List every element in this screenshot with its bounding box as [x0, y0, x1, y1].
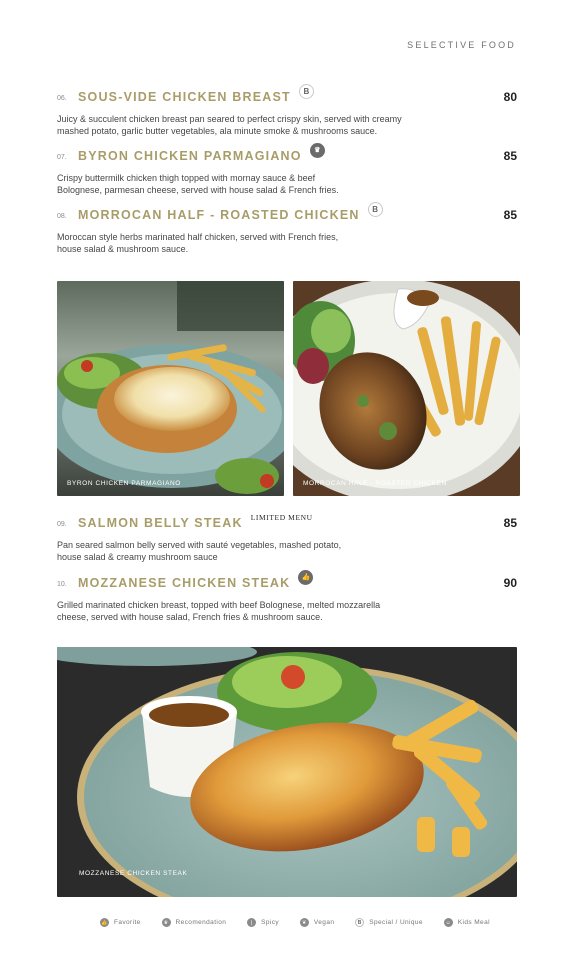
limited-menu-tag: LIMITED MENU [250, 512, 313, 522]
photo-mozzanese-chicken-steak: MOZZANESE CHICKEN STEAK [57, 647, 517, 897]
photo-morrocan-roasted-chicken: MORROCAN HALF - ROASTED CHICKEN [293, 281, 520, 496]
item-description: Pan seared salmon belly served with saut… [57, 540, 342, 562]
item-number: 09. [57, 521, 67, 528]
item-price: 85 [503, 149, 517, 163]
crown-icon: ♛ [309, 142, 325, 158]
leaf-icon: ❦ [299, 918, 309, 927]
item-description: Crispy buttermilk chicken thigh topped w… [57, 173, 339, 195]
item-description: Juicy & succulent chicken breast pan sea… [57, 114, 402, 136]
menu-item: 07. BYRON CHICKEN PARMAGIANO ♛ 85 Crispy… [57, 142, 517, 196]
photo-caption: BYRON CHICKEN PARMAGIANO [67, 480, 181, 487]
special-b-icon: B [367, 201, 383, 217]
photo-caption: MOZZANESE CHICKEN STEAK [79, 870, 188, 877]
food-image [57, 647, 517, 897]
item-number: 06. [57, 95, 67, 102]
thumbs-up-icon: 👍 [298, 569, 314, 585]
item-price: 85 [503, 208, 517, 222]
menu-item: 06. SOUS-VIDE CHICKEN BREAST B 80 Juicy … [57, 83, 517, 137]
menu-item: 09. SALMON BELLY STEAK LIMITED MENU 85 P… [57, 512, 517, 563]
thumbs-up-icon: 👍 [100, 918, 109, 927]
item-number: 07. [57, 154, 67, 161]
food-image [57, 281, 284, 496]
item-description: Grilled marinated chicken breast, topped… [57, 600, 381, 622]
item-name: MOZZANESE CHICKEN STEAK [78, 576, 291, 590]
legend-vegan: ❦ Vegan [299, 918, 334, 927]
menu-item: 08. MORROCAN HALF - ROASTED CHICKEN B 85… [57, 201, 517, 255]
legend-favorite: 👍 Favorite [100, 918, 141, 927]
item-description: Moroccan style herbs marinated half chic… [57, 232, 339, 254]
item-price: 80 [503, 90, 517, 104]
photo-byron-chicken-parmagiano: BYRON CHICKEN PARMAGIANO [57, 281, 284, 496]
legend-spicy: ❘ Spicy [247, 918, 279, 927]
menu-item: 10. MOZZANESE CHICKEN STEAK 👍 90 Grilled… [57, 569, 517, 623]
legend: 👍 Favorite ♛ Recomendation ❘ Spicy ❦ Veg… [100, 918, 490, 927]
item-name: SOUS-VIDE CHICKEN BREAST [78, 90, 291, 104]
legend-kids-meal: ☺ Kids Meal [443, 918, 490, 927]
chili-icon: ❘ [247, 918, 257, 927]
section-title: SELECTIVE FOOD [407, 40, 516, 50]
item-name: MORROCAN HALF - ROASTED CHICKEN [78, 208, 360, 222]
item-price: 90 [503, 576, 517, 590]
food-image [293, 281, 520, 496]
item-name: BYRON CHICKEN PARMAGIANO [78, 149, 302, 163]
crown-icon: ♛ [161, 918, 171, 927]
item-price: 85 [503, 516, 517, 530]
b-icon: B [355, 918, 365, 927]
legend-special: B Special / Unique [355, 918, 423, 927]
item-number: 08. [57, 213, 67, 220]
item-name: SALMON BELLY STEAK [78, 516, 243, 530]
special-b-icon: B [298, 83, 314, 99]
item-number: 10. [57, 581, 67, 588]
kids-icon: ☺ [443, 918, 453, 927]
photo-caption: MORROCAN HALF - ROASTED CHICKEN [303, 480, 447, 487]
legend-recommendation: ♛ Recomendation [161, 918, 227, 927]
